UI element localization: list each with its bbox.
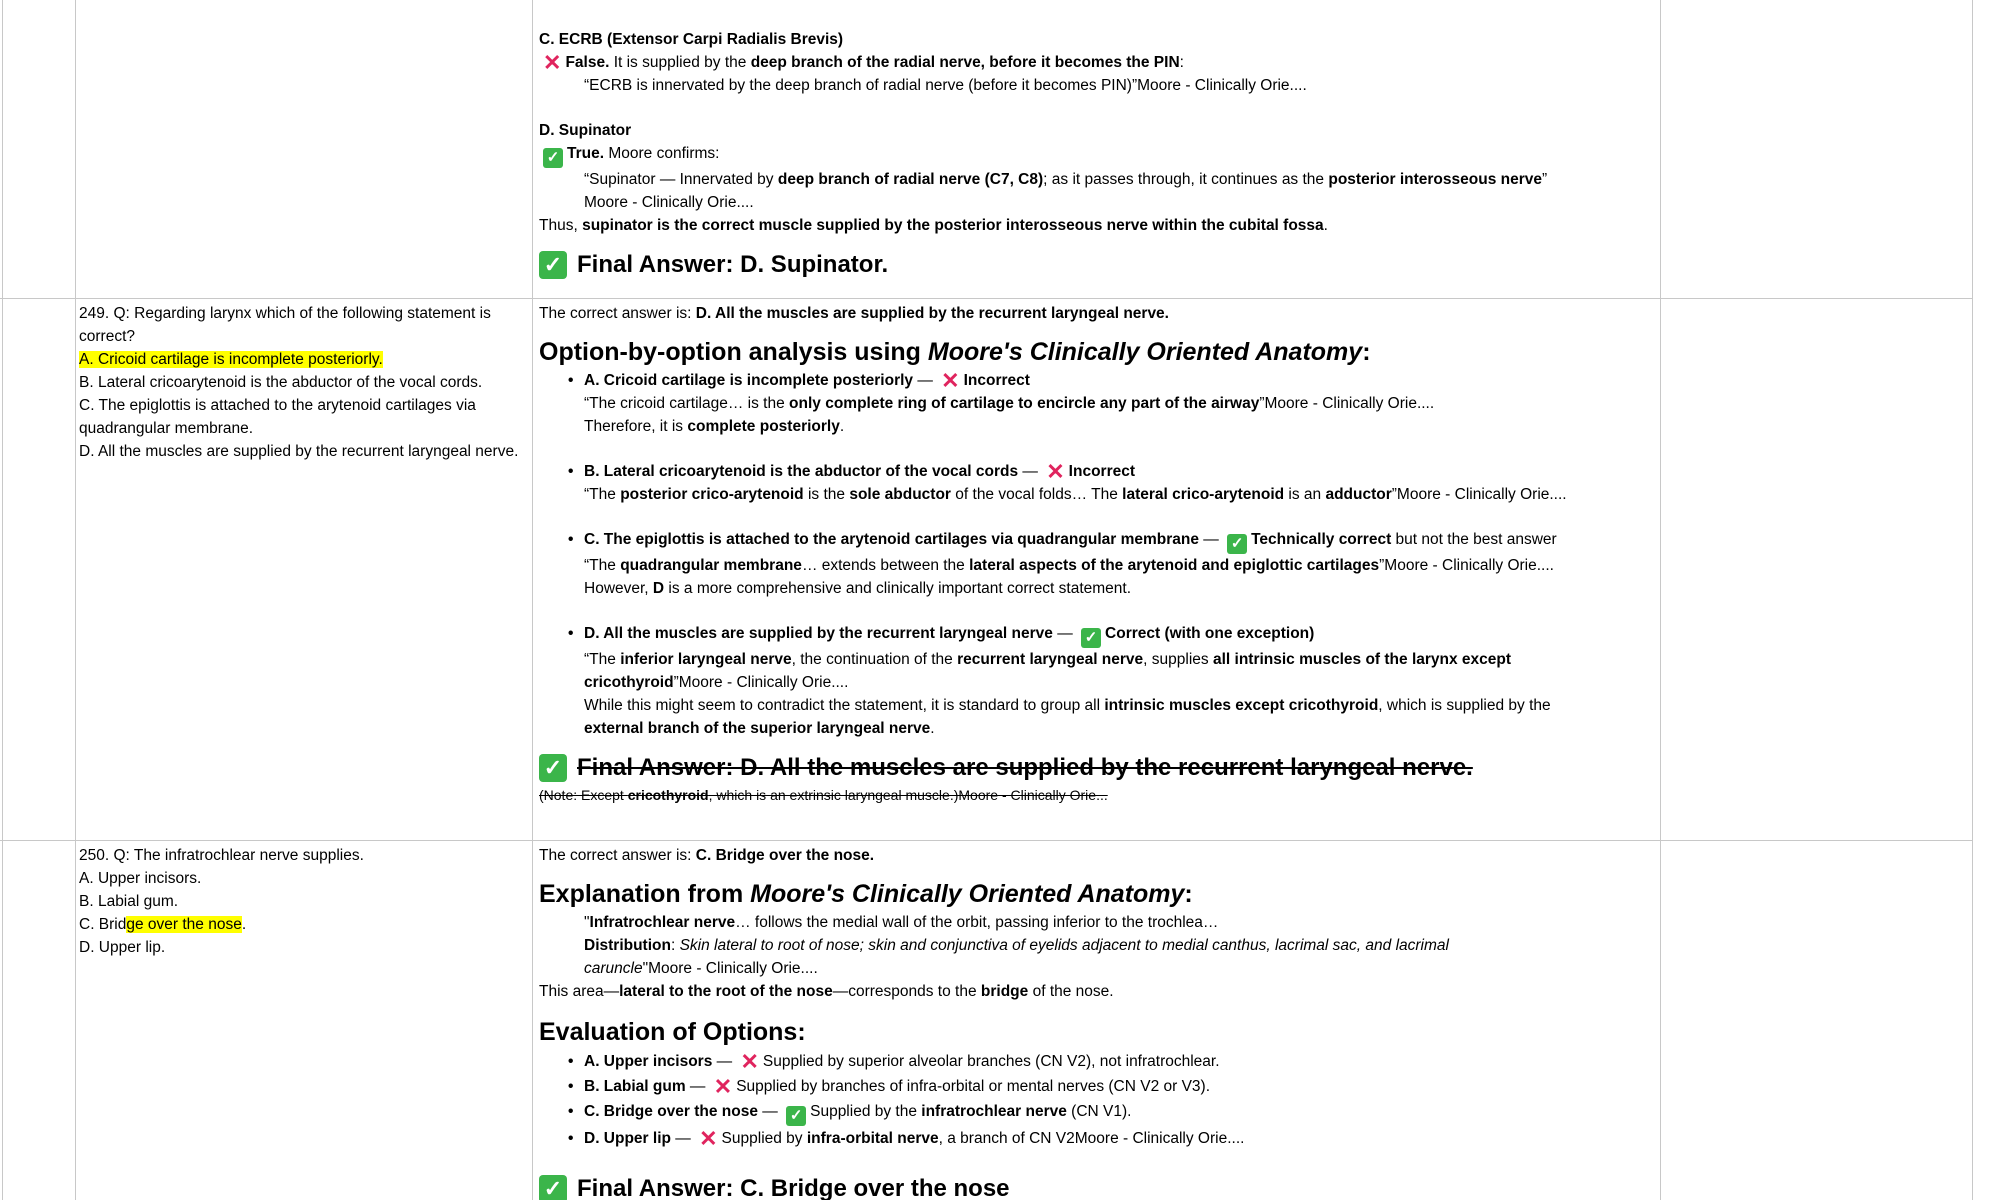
table-border-left (2, 0, 3, 1200)
question-cell-249: 249. Q: Regarding larynx which of the fo… (79, 302, 527, 463)
check-icon: ✓ (539, 754, 567, 782)
quote-line-1: "Infratrochlear nerve… follows the media… (584, 914, 1219, 931)
option-c-title: C. ECRB (Extensor Carpi Radialis Brevis) (539, 31, 844, 48)
option-c: C. The epiglottis is attached to the ary… (79, 397, 476, 437)
table-border-col1 (75, 0, 76, 1200)
question-cell-250: 250. Q: The infratrochlear nerve supplie… (79, 844, 527, 959)
conclusion-line: Thus, supinator is the correct muscle su… (539, 217, 1328, 234)
explanation-heading: Explanation from Moore's Clinically Orie… (539, 880, 1193, 908)
option-d: D. Upper lip. (79, 939, 166, 956)
check-icon: ✓ (539, 251, 567, 279)
check-icon: ✓ (1081, 628, 1102, 648)
option-d-source: Moore - Clinically Orie.... (584, 194, 754, 211)
table-border-right (1972, 0, 1973, 1200)
answer-cell-250: The correct answer is: C. Bridge over th… (539, 844, 1654, 1200)
cross-icon: ✕ (543, 50, 562, 75)
option-c-quote: “ECRB is innervated by the deep branch o… (584, 77, 1307, 94)
list-item: A. Upper incisors — ✕Supplied by superio… (568, 1049, 1654, 1074)
list-item: B. Lateral cricoarytenoid is the abducto… (568, 459, 1654, 506)
check-icon: ✓ (543, 148, 563, 168)
list-item: D. All the muscles are supplied by the r… (568, 622, 1654, 740)
option-c: C. Bridge over the nose. (79, 916, 247, 933)
final-answer-249: ✓ Final Answer: D. All the muscles are su… (539, 752, 1654, 784)
option-d-line: ✓ True. Moore confirms: (539, 142, 1654, 168)
row-divider-248 (0, 298, 1972, 299)
question-text: 250. Q: The infratrochlear nerve supplie… (79, 847, 364, 864)
option-d-title: D. Supinator (539, 122, 632, 139)
question-text: 249. Q: Regarding larynx which of the fo… (79, 305, 491, 345)
option-d: D. All the muscles are supplied by the r… (79, 443, 519, 460)
cross-icon: ✕ (713, 1074, 733, 1099)
list-item: D. Upper lip — ✕Supplied by infra-orbita… (568, 1126, 1654, 1151)
option-a: A. Upper incisors. (79, 870, 202, 887)
correct-answer-line: The correct answer is: D. All the muscle… (539, 305, 1169, 322)
answer-cell-249: The correct answer is: D. All the muscle… (539, 302, 1654, 807)
row-divider-249 (0, 840, 1972, 841)
option-c-line: ✕ False. It is supplied by the deep branc… (543, 50, 1184, 75)
final-answer-250: ✓ Final Answer: C. Bridge over the nose (539, 1173, 1654, 1200)
note-line: (Note: Except cricothyroid, which is an … (539, 787, 1108, 803)
list-item: C. Bridge over the nose — ✓Supplied by t… (568, 1099, 1654, 1126)
cross-icon: ✕ (699, 1126, 718, 1151)
list-item: B. Labial gum — ✕Supplied by branches of… (568, 1074, 1654, 1099)
list-item: C. The epiglottis is attached to the ary… (568, 528, 1654, 600)
cross-icon: ✕ (941, 368, 960, 393)
option-d-quote: “Supinator — Innervated by deep branch o… (584, 171, 1548, 188)
quote-line-3: caruncle"Moore - Clinically Orie.... (584, 960, 818, 977)
check-icon: ✓ (1227, 534, 1248, 554)
option-b: B. Labial gum. (79, 893, 179, 910)
table-border-col2 (532, 0, 533, 1200)
answer-cell-248: C. ECRB (Extensor Carpi Radialis Brevis)… (539, 28, 1654, 281)
option-b: B. Lateral cricoarytenoid is the abducto… (79, 374, 483, 391)
area-line: This area—lateral to the root of the nos… (539, 983, 1114, 1000)
option-a: A. Cricoid cartilage is incomplete poste… (79, 351, 383, 368)
quote-line-2: Distribution: Skin lateral to root of no… (584, 937, 1449, 954)
cross-icon: ✕ (740, 1049, 759, 1074)
check-icon: ✓ (786, 1106, 807, 1126)
final-answer-248: ✓ Final Answer: D. Supinator. (539, 249, 1654, 281)
correct-answer-line: The correct answer is: C. Bridge over th… (539, 847, 875, 864)
table-border-col3 (1660, 0, 1661, 1200)
analysis-heading: Option-by-option analysis using Moore's … (539, 338, 1371, 366)
check-icon: ✓ (539, 1175, 567, 1200)
cross-icon: ✕ (1046, 459, 1065, 484)
evaluation-heading: Evaluation of Options: (539, 1018, 806, 1046)
list-item: A. Cricoid cartilage is incomplete poste… (568, 368, 1654, 438)
